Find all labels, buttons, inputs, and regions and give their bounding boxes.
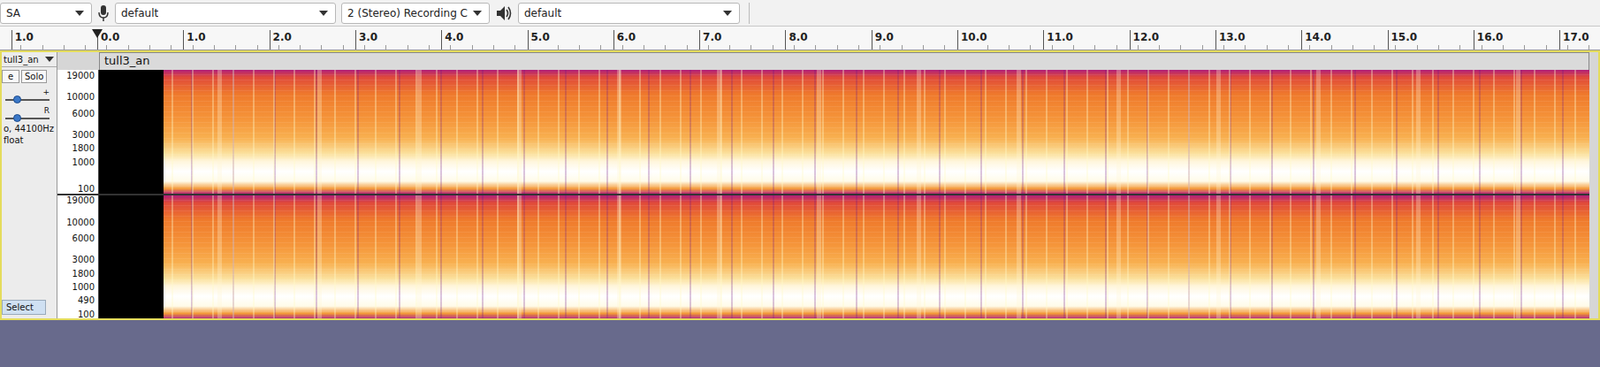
play-position-icon[interactable] bbox=[91, 29, 103, 39]
ruler-tick: 11.0 bbox=[1043, 30, 1044, 50]
ruler-tick: 17.0 bbox=[1559, 30, 1561, 50]
scale-label: 490 bbox=[77, 294, 95, 305]
gain-slider[interactable]: + bbox=[1, 85, 57, 105]
track-button[interactable]: Solo bbox=[21, 69, 47, 84]
silence-region bbox=[99, 69, 164, 194]
scale-label: 1000 bbox=[72, 156, 95, 167]
ruler-tick: 10.0 bbox=[957, 30, 959, 50]
ruler-tick: 16.0 bbox=[1473, 30, 1475, 50]
pan-slider[interactable]: R bbox=[1, 104, 57, 123]
ruler-tick: 13.0 bbox=[1215, 30, 1217, 50]
track-name-menu[interactable]: tull3_an bbox=[1, 52, 57, 68]
dropdown-arrow-icon bbox=[75, 10, 84, 16]
dropdown-arrow-icon bbox=[723, 10, 732, 16]
ruler-tick: 6.0 bbox=[613, 30, 615, 50]
host-dropdown[interactable]: SA bbox=[0, 2, 92, 24]
select-button[interactable]: Select bbox=[1, 299, 46, 315]
ruler-tick: 12.0 bbox=[1129, 30, 1131, 50]
scale-label: 1800 bbox=[72, 267, 95, 278]
microphone-icon bbox=[97, 4, 110, 23]
spectrogram-image bbox=[163, 69, 1590, 194]
track-control-panel: tull3_aneSolo+Ro, 44100Hzfloat Select bbox=[1, 52, 58, 319]
ruler-tick: 7.0 bbox=[699, 30, 701, 50]
silence-region bbox=[99, 195, 164, 320]
scale-label: 6000 bbox=[72, 233, 95, 244]
frequency-scale: 19000 10000 6000 3000 1800 1000 490 100 bbox=[57, 195, 100, 320]
scale-label: 100 bbox=[77, 308, 95, 319]
scale-label: 19000 bbox=[66, 69, 95, 80]
ruler-tick: 3.0 bbox=[355, 30, 357, 50]
scale-label: 100 bbox=[77, 183, 95, 194]
recording-channels-dropdown[interactable]: 2 (Stereo) Recording Cha bbox=[341, 2, 490, 24]
frequency-scale: 19000 10000 6000 3000 1800 1000 100 bbox=[57, 69, 100, 194]
scale-label: 10000 bbox=[66, 216, 95, 227]
ruler-tick: 14.0 bbox=[1301, 30, 1303, 50]
dropdown-arrow-icon bbox=[45, 56, 54, 62]
scale-label: 10000 bbox=[66, 91, 95, 102]
ruler-tick: 9.0 bbox=[871, 30, 873, 50]
track-info: o, 44100Hz bbox=[1, 122, 57, 135]
playback-device-dropdown[interactable]: default bbox=[518, 2, 740, 24]
ruler-tick: 15.0 bbox=[1387, 30, 1389, 50]
scale-label: 3000 bbox=[72, 254, 95, 265]
clip-title-bar[interactable]: tull3_an bbox=[99, 52, 1590, 70]
scale-label: 19000 bbox=[66, 195, 95, 206]
dropdown-arrow-icon bbox=[319, 10, 328, 16]
dropdown-arrow-icon bbox=[472, 10, 482, 16]
ruler-tick: 1.0 bbox=[182, 30, 184, 50]
audacity-window: SAdefault2 (Stereo) Recording Chadefault… bbox=[0, 0, 1600, 367]
ruler-tick: 4.0 bbox=[441, 30, 442, 50]
speaker-icon bbox=[495, 4, 513, 23]
track-button[interactable]: e bbox=[1, 69, 20, 84]
scale-label: 3000 bbox=[72, 129, 95, 139]
scale-label: 1000 bbox=[72, 281, 95, 292]
audio-track[interactable]: tull3_aneSolo+Ro, 44100HzfloatSelecttull… bbox=[0, 50, 1600, 320]
ruler-tick: 1.0 bbox=[11, 30, 13, 50]
empty-track-area[interactable] bbox=[0, 320, 1600, 367]
ruler-tick: 2.0 bbox=[269, 30, 271, 50]
recording-device-dropdown[interactable]: default bbox=[114, 2, 336, 24]
spectrogram[interactable] bbox=[99, 69, 1590, 194]
scale-label: 6000 bbox=[72, 107, 95, 118]
toolbar-separator bbox=[748, 2, 750, 24]
track-info: float bbox=[1, 134, 57, 146]
ruler-tick: 5.0 bbox=[527, 30, 529, 50]
scale-label: 1800 bbox=[72, 143, 95, 153]
ruler-tick: 8.0 bbox=[784, 30, 786, 50]
timeline-ruler[interactable]: 1.00.01.02.03.04.05.06.07.08.09.010.011.… bbox=[0, 26, 1600, 51]
spectrogram[interactable] bbox=[99, 195, 1590, 320]
slider-thumb[interactable] bbox=[13, 114, 22, 122]
channel: 19000 10000 6000 3000 1800 1000 100 bbox=[57, 69, 1590, 196]
device-toolbar: SAdefault2 (Stereo) Recording Chadefault bbox=[0, 0, 1600, 27]
slider-thumb[interactable] bbox=[13, 95, 22, 104]
channel: 19000 10000 6000 3000 1800 1000 490 100 bbox=[57, 195, 1590, 320]
spectrogram-image bbox=[163, 195, 1590, 320]
